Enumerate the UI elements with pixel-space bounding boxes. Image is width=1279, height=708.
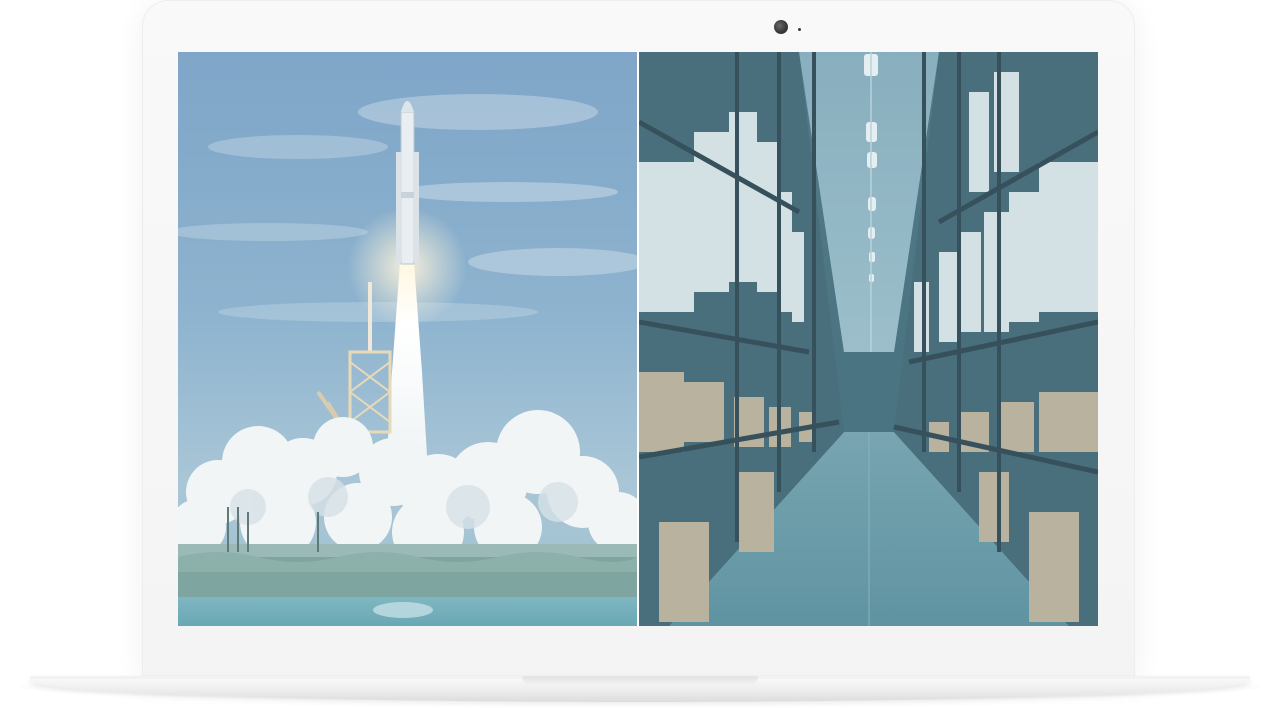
warehouse-aisle-image — [639, 52, 1098, 626]
laptop-mockup-stage — [0, 0, 1279, 708]
webcam-icon — [774, 20, 788, 34]
rocket-launch-image — [178, 52, 637, 626]
laptop-screen — [178, 52, 1098, 626]
laptop-opening-notch — [522, 676, 758, 686]
light-sensor-icon — [798, 28, 801, 31]
